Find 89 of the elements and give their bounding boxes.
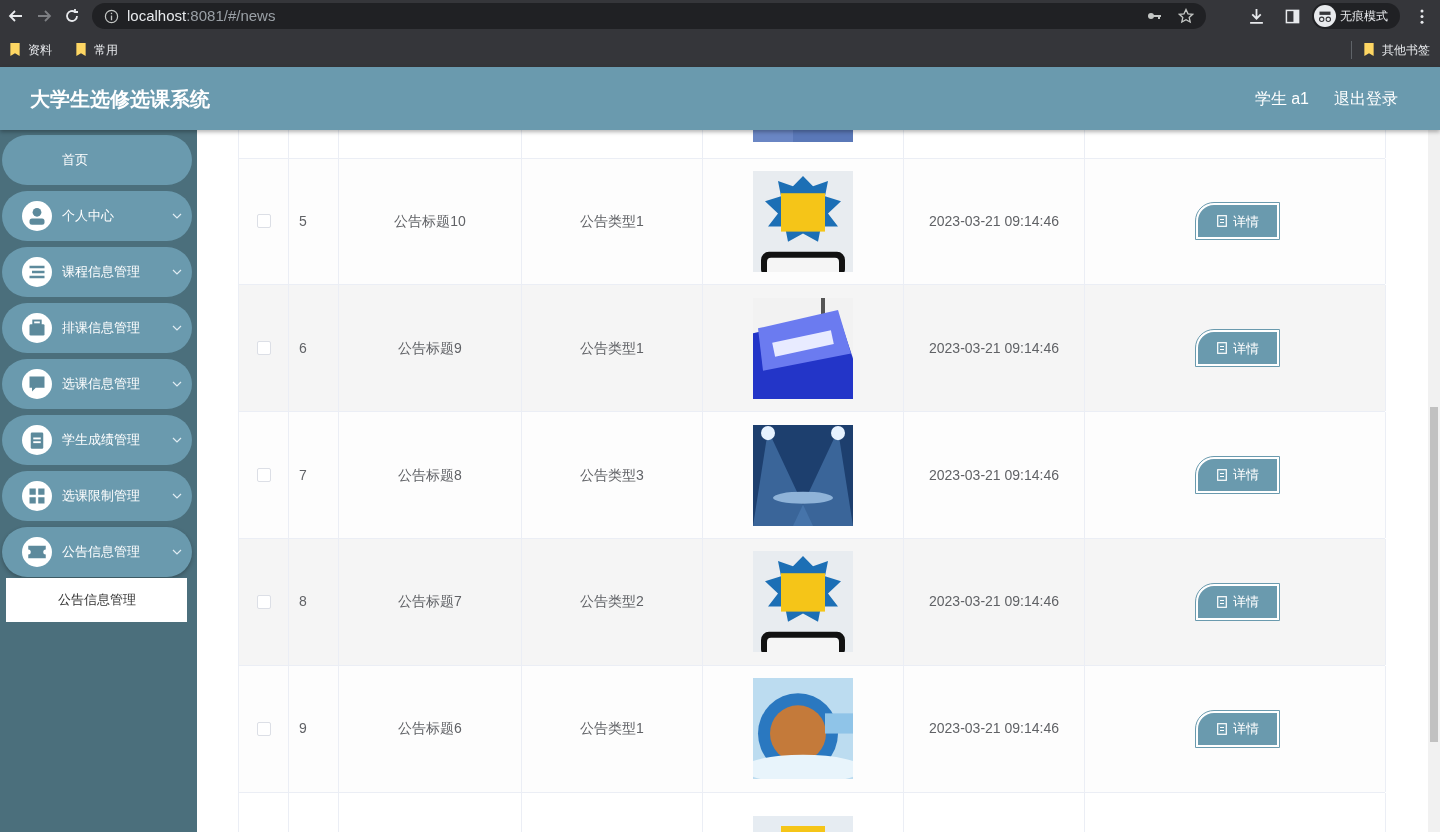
app-title: 大学生选修选课系统 xyxy=(30,86,210,112)
sidebar-label: 选课限制管理 xyxy=(62,487,140,506)
table-cell-text: 2023-03-21 09:14:46 xyxy=(929,592,1059,612)
table-cell-text: 公告类型1 xyxy=(580,338,644,358)
document-icon xyxy=(1216,215,1227,228)
folder-icon xyxy=(76,43,86,56)
details-button[interactable]: 详情 xyxy=(1196,583,1279,620)
details-button[interactable]: 详情 xyxy=(1196,330,1279,367)
clipboard-icon xyxy=(22,425,52,455)
table-cell-text: 公告类型1 xyxy=(580,211,644,231)
table-cell-text: 公告类型1 xyxy=(580,719,644,739)
sidebar-item[interactable]: 排课信息管理 xyxy=(2,303,192,353)
chevron-icon xyxy=(172,325,182,331)
table-cell-text: 公告标题7 xyxy=(398,592,462,612)
side-panel-icon[interactable] xyxy=(1285,8,1300,24)
chevron-icon xyxy=(172,213,182,219)
table-cell-text: 2023-03-21 09:14:46 xyxy=(929,211,1059,231)
logout-link[interactable]: 退出登录 xyxy=(1334,86,1398,111)
grid-icon xyxy=(22,481,52,511)
document-icon xyxy=(1216,342,1227,355)
sidebar-item[interactable]: 选课限制管理 xyxy=(2,471,192,521)
incognito-icon xyxy=(1314,5,1336,27)
row-checkbox[interactable] xyxy=(256,214,271,229)
sidebar-label: 学生成绩管理 xyxy=(62,431,140,450)
chevron-icon xyxy=(172,381,182,387)
star-icon[interactable] xyxy=(1178,8,1194,24)
table-cell-text: 6 xyxy=(299,338,307,358)
table-cell-text: 2023-03-21 09:14:46 xyxy=(929,719,1059,739)
incognito-badge[interactable]: 无痕模式 xyxy=(1312,3,1400,29)
info-icon xyxy=(104,8,119,24)
details-button[interactable]: 详情 xyxy=(1196,457,1279,494)
user-name: 学生 a1 xyxy=(1254,88,1309,109)
sidebar-item[interactable]: 选课信息管理 xyxy=(2,359,192,409)
chevron-icon xyxy=(172,493,182,499)
table-cell-text: 公告类型2 xyxy=(580,592,644,612)
table-cell-text: 8 xyxy=(299,592,307,612)
table-cell-text: 公告标题6 xyxy=(398,719,462,739)
sidebar-label: 排课信息管理 xyxy=(62,319,140,338)
table-cell-text: 公告标题10 xyxy=(394,211,466,231)
chevron-icon xyxy=(172,549,182,555)
sidebar-item[interactable]: 课程信息管理 xyxy=(2,247,192,297)
submenu-item[interactable]: 公告信息管理 xyxy=(6,578,187,622)
row-checkbox[interactable] xyxy=(256,341,271,356)
sidebar-item[interactable]: 个人中心 xyxy=(2,191,192,241)
details-button[interactable]: 详情 xyxy=(1196,710,1279,747)
sidebar-item[interactable]: 首页 xyxy=(2,135,192,185)
sidebar-label: 首页 xyxy=(61,151,88,170)
document-icon xyxy=(1216,595,1227,608)
folder-icon xyxy=(1364,43,1374,56)
bookmark[interactable]: 资料 xyxy=(10,40,52,59)
folder-icon xyxy=(10,43,20,56)
briefcase-icon xyxy=(22,313,52,343)
person-icon xyxy=(22,201,52,231)
table-cell-text: 公告类型3 xyxy=(580,465,644,485)
chevron-icon xyxy=(172,269,182,275)
table-cell-text: 公告标题9 xyxy=(398,338,462,358)
sidebar-item[interactable]: 学生成绩管理 xyxy=(2,415,192,465)
scrollbar[interactable] xyxy=(1428,130,1440,832)
sidebar-label: 公告信息管理 xyxy=(62,543,140,562)
menu-icon[interactable] xyxy=(1420,8,1424,24)
table-cell-text: 7 xyxy=(299,465,307,485)
details-button[interactable]: 详情 xyxy=(1196,203,1279,240)
forward-icon[interactable] xyxy=(36,8,52,24)
row-checkbox[interactable] xyxy=(256,594,271,609)
bookmark[interactable]: 常用 xyxy=(76,40,118,59)
sidebar-label: 选课信息管理 xyxy=(62,375,140,394)
table-cell-text: 2023-03-21 09:14:46 xyxy=(929,465,1059,485)
table-cell-text: 2023-03-21 09:14:46 xyxy=(929,338,1059,358)
address-bar[interactable]: localhost:8081/#/news xyxy=(92,3,1206,29)
sidebar-label: 课程信息管理 xyxy=(62,263,140,282)
chat-icon xyxy=(22,369,52,399)
list-icon xyxy=(22,257,52,287)
incognito-label: 无痕模式 xyxy=(1340,8,1388,25)
document-icon xyxy=(1216,722,1227,735)
reload-icon[interactable] xyxy=(64,8,80,24)
download-icon[interactable] xyxy=(1248,7,1265,25)
row-checkbox[interactable] xyxy=(256,721,271,736)
chevron-icon xyxy=(172,437,182,443)
table-cell-text: 公告标题8 xyxy=(398,465,462,485)
row-checkbox[interactable] xyxy=(256,468,271,483)
sidebar-label: 个人中心 xyxy=(62,207,114,226)
table-cell-text: 5 xyxy=(299,211,307,231)
document-icon xyxy=(1216,469,1227,482)
table-cell-text: 9 xyxy=(299,719,307,739)
ticket-icon xyxy=(22,537,52,567)
bookmark[interactable]: 其他书签 xyxy=(1364,40,1430,59)
sidebar-item[interactable]: 公告信息管理 xyxy=(2,527,192,577)
url-text: localhost:8081/#/news xyxy=(127,5,276,26)
back-icon[interactable] xyxy=(8,8,24,24)
